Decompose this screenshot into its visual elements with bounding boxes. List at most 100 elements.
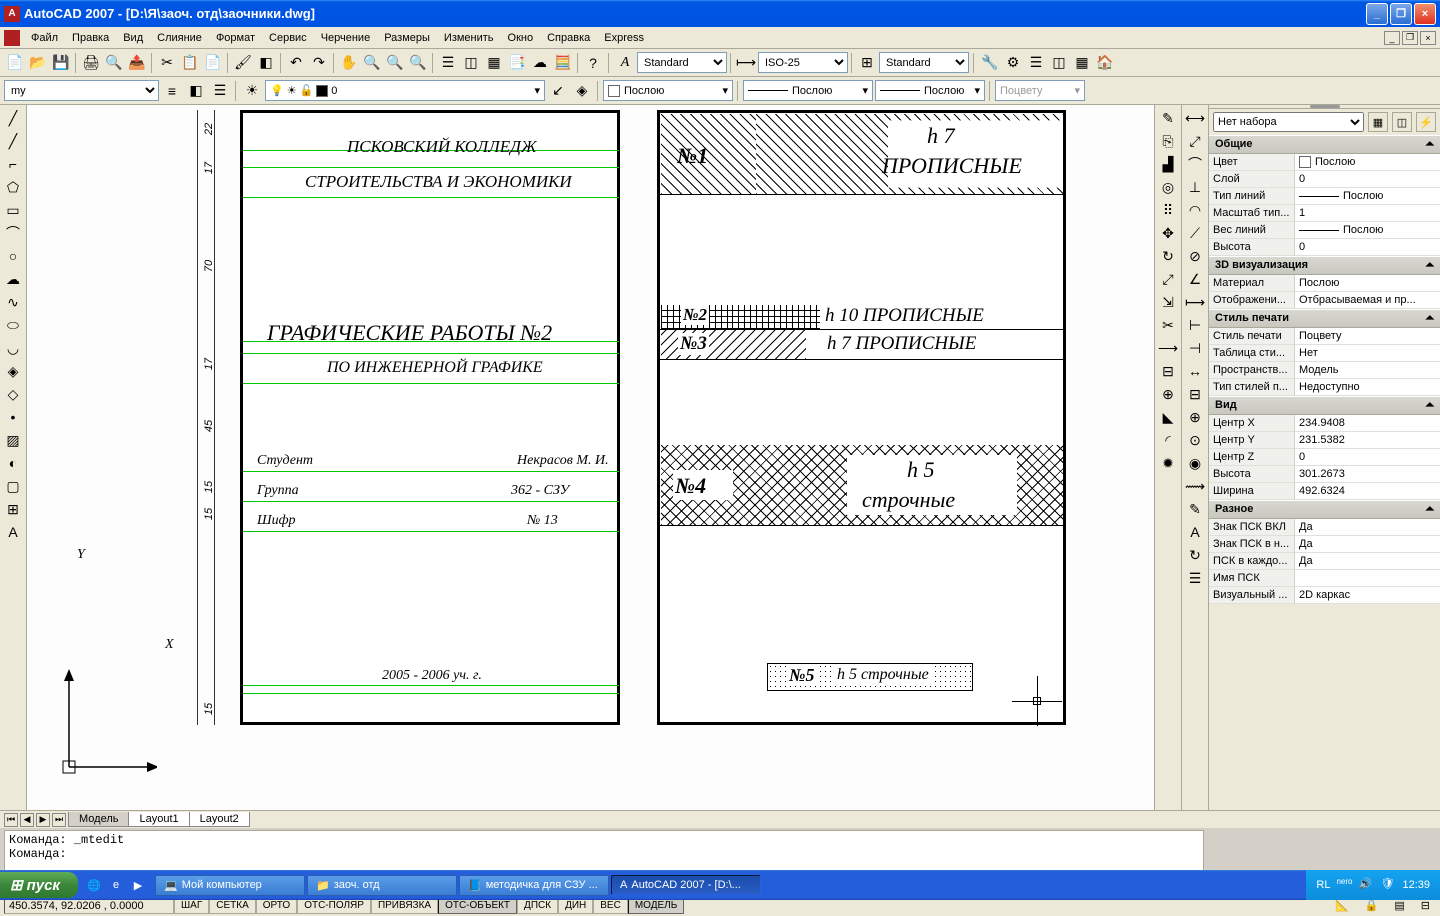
gradient-icon[interactable]: ◐ — [2, 452, 24, 474]
explode-icon[interactable]: ✹ — [1157, 452, 1179, 474]
drawing-area[interactable]: 22 17 70 17 45 15 15 15 ПСКОВСКИЙ КОЛЛЕД… — [27, 105, 1154, 810]
prop-ucs-name[interactable]: Имя ПСК — [1209, 570, 1440, 587]
workspace4-icon[interactable]: ◫ — [1048, 52, 1070, 74]
polygon-icon[interactable]: ⬠ — [2, 176, 24, 198]
extend-icon[interactable]: ⟶ — [1157, 337, 1179, 359]
plotstyle-dropdown[interactable]: Поцвету ▾ — [995, 80, 1085, 101]
ellipse-arc-icon[interactable]: ◡ — [2, 337, 24, 359]
copy-obj-icon[interactable]: ⎘ — [1157, 130, 1179, 152]
menu-format[interactable]: Формат — [209, 30, 262, 46]
prop-plottype[interactable]: Тип стилей п...Недоступно — [1209, 379, 1440, 396]
prop-lineweight[interactable]: Вес линийПослою — [1209, 222, 1440, 239]
tab-layout2[interactable]: Layout2 — [189, 812, 250, 827]
menu-edit[interactable]: Правка — [65, 30, 116, 46]
zoom-realtime-icon[interactable]: 🔍 — [361, 52, 383, 74]
clock[interactable]: 12:39 — [1402, 879, 1430, 891]
start-button[interactable]: ⊞ пуск — [0, 872, 78, 898]
text-style-icon[interactable]: A — [614, 52, 636, 74]
zoom-previous-icon[interactable]: 🔍 — [407, 52, 429, 74]
prop-plotspace[interactable]: Пространств...Модель — [1209, 362, 1440, 379]
cut-icon[interactable]: ✂ — [156, 52, 178, 74]
sheet-set-icon[interactable]: 📑 — [506, 52, 528, 74]
prop-shadow[interactable]: Отображени...Отбрасываемая и пр... — [1209, 292, 1440, 309]
menu-insert[interactable]: Слияние — [150, 30, 209, 46]
prop-width[interactable]: Ширина492.6324 — [1209, 483, 1440, 500]
spline-icon[interactable]: ∿ — [2, 291, 24, 313]
dimarc-icon[interactable]: ⌒ — [1184, 153, 1206, 175]
menu-view[interactable]: Вид — [116, 30, 150, 46]
paste-icon[interactable]: 📄 — [202, 52, 224, 74]
tab-first-icon[interactable]: ⏮ — [4, 813, 18, 827]
prop-centery[interactable]: Центр Y231.5382 — [1209, 432, 1440, 449]
layer-prev-icon[interactable]: ≡ — [161, 80, 183, 102]
diminspect-icon[interactable]: ◉ — [1184, 452, 1206, 474]
redo-icon[interactable]: ↷ — [308, 52, 330, 74]
properties-icon[interactable]: ☰ — [437, 52, 459, 74]
workspace-icon[interactable]: 🔧 — [979, 52, 1001, 74]
layer-props-icon[interactable]: ☀ — [241, 80, 263, 102]
task-word[interactable]: 📘методичка для СЗУ ... — [459, 875, 609, 896]
layer-dropdown[interactable]: 💡 ☀ 🔓 0 ▾ — [265, 80, 545, 101]
menu-file[interactable]: Файл — [24, 30, 65, 46]
block-edit-icon[interactable]: ◧ — [255, 52, 277, 74]
layer-manager-icon[interactable]: ☰ — [209, 80, 231, 102]
dim-style-dropdown[interactable]: ISO-25 — [758, 52, 848, 73]
rectangle-icon[interactable]: ▭ — [2, 199, 24, 221]
workspace5-icon[interactable]: ▦ — [1071, 52, 1093, 74]
status-icon[interactable]: 📐 — [1329, 899, 1355, 912]
menu-window[interactable]: Окно — [501, 30, 541, 46]
layer-filter-dropdown[interactable]: my — [4, 80, 159, 101]
status-icon3[interactable]: ▤ — [1388, 899, 1410, 912]
table-style-dropdown[interactable]: Standard — [879, 52, 969, 73]
menu-help[interactable]: Справка — [540, 30, 597, 46]
section-view[interactable]: Вид⏶ — [1209, 396, 1440, 415]
prop-ucsicon-on[interactable]: Знак ПСК ВКЛДа — [1209, 519, 1440, 536]
hatch-icon[interactable]: ▨ — [2, 429, 24, 451]
make-current-icon[interactable]: ↙ — [547, 80, 569, 102]
ql-desktop-icon[interactable]: 🌐 — [84, 875, 104, 895]
quick-select-icon[interactable]: ▦ — [1368, 112, 1388, 132]
offset-icon[interactable]: ◎ — [1157, 176, 1179, 198]
mdi-close[interactable]: × — [1420, 31, 1436, 45]
copy-icon[interactable]: 📋 — [179, 52, 201, 74]
revcloud-icon[interactable]: ☁ — [2, 268, 24, 290]
menu-modify[interactable]: Изменить — [437, 30, 501, 46]
tolerance-icon[interactable]: ⊕ — [1184, 406, 1206, 428]
dimupdate-icon[interactable]: ↻ — [1184, 544, 1206, 566]
dimradius-icon[interactable]: ◠ — [1184, 199, 1206, 221]
pline-icon[interactable]: ⌐ — [2, 153, 24, 175]
dimdiameter-icon[interactable]: ⊘ — [1184, 245, 1206, 267]
dimbaseline-icon[interactable]: ⊢ — [1184, 314, 1206, 336]
section-general[interactable]: Общие⏶ — [1209, 135, 1440, 154]
dimjoggedlinear-icon[interactable]: ⟿ — [1184, 475, 1206, 497]
pan-icon[interactable]: ✋ — [338, 52, 360, 74]
table-icon[interactable]: ⊞ — [2, 498, 24, 520]
fillet-icon[interactable]: ◜ — [1157, 429, 1179, 451]
qdim-icon[interactable]: ⟼ — [1184, 291, 1206, 313]
prop-color[interactable]: ЦветПослою — [1209, 154, 1440, 171]
section-misc[interactable]: Разное⏶ — [1209, 500, 1440, 519]
xline-icon[interactable]: ╱ — [2, 130, 24, 152]
grip-icon[interactable] — [1310, 105, 1340, 108]
dimedit-icon[interactable]: ✎ — [1184, 498, 1206, 520]
quickcalc-icon[interactable]: 🧮 — [552, 52, 574, 74]
dimjogged-icon[interactable]: ⟋ — [1184, 222, 1206, 244]
circle-icon[interactable]: ○ — [2, 245, 24, 267]
insert-block-icon[interactable]: ◈ — [2, 360, 24, 382]
task-mycomputer[interactable]: 💻Мой компьютер — [155, 875, 305, 896]
app-menu-icon[interactable] — [4, 30, 20, 46]
prop-centerz[interactable]: Центр Z0 — [1209, 449, 1440, 466]
menu-tools[interactable]: Сервис — [262, 30, 314, 46]
prop-ucs-per-viewport[interactable]: ПСК в каждо...Да — [1209, 553, 1440, 570]
prop-ltscale[interactable]: Масштаб тип...1 — [1209, 205, 1440, 222]
scale-icon[interactable]: ⤢ — [1157, 268, 1179, 290]
centermark-icon[interactable]: ⊙ — [1184, 429, 1206, 451]
help-icon[interactable]: ? — [582, 52, 604, 74]
status-icon2[interactable]: 🔒 — [1359, 899, 1385, 912]
dimtedit-icon[interactable]: A — [1184, 521, 1206, 543]
array-icon[interactable]: ⠿ — [1157, 199, 1179, 221]
open-icon[interactable]: 📂 — [27, 52, 49, 74]
line-icon[interactable]: ╱ — [2, 107, 24, 129]
prop-height[interactable]: Высота301.2673 — [1209, 466, 1440, 483]
zoom-window-icon[interactable]: 🔍 — [384, 52, 406, 74]
